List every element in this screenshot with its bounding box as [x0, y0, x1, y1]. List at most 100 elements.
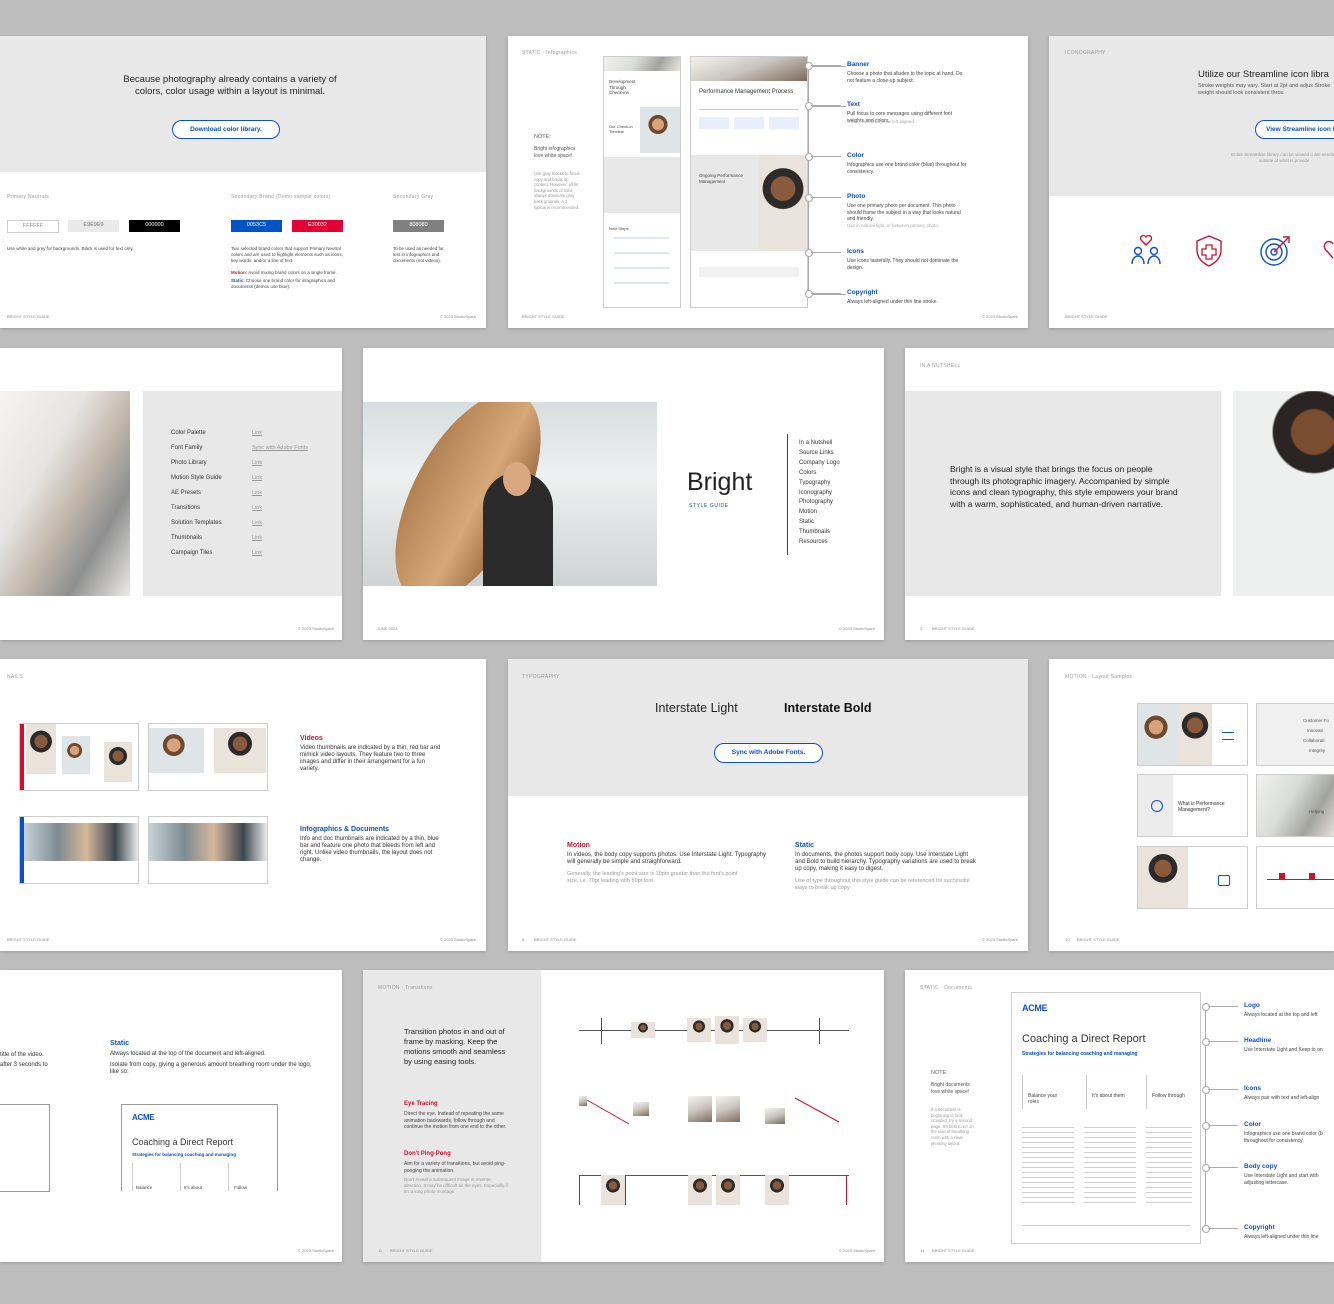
resource-link[interactable]: Link — [252, 519, 262, 529]
callout-body: Always left-aligned under thin line stro… — [847, 299, 938, 305]
callout-body: Infographics use one brand color (blue) … — [847, 162, 967, 175]
primary-neutrals-label: Primary Neutrals — [7, 194, 50, 200]
toc-item[interactable]: Motion — [799, 508, 840, 518]
secondary-brand-label: Secondary Brand (Demo sample colors) — [231, 194, 331, 200]
subsection-text: Infographics — [546, 50, 578, 56]
callout-line — [1208, 1006, 1238, 1007]
sync-adobe-fonts-button[interactable]: Sync with Adobe Fonts. — [714, 743, 823, 763]
callout-title: Copyright — [1244, 1224, 1275, 1231]
doc2-banner — [691, 57, 807, 81]
toc-item[interactable]: Static — [799, 518, 840, 528]
callout-dot — [805, 194, 813, 202]
callout-dot — [1202, 1122, 1210, 1130]
section-label: IN A NUTSHELL — [920, 363, 961, 369]
resource-row: AE Presets Link — [171, 489, 331, 504]
motion-title: Motion — [567, 842, 590, 849]
transition-strip-3a — [601, 1175, 625, 1205]
transition-strip-2c — [688, 1096, 712, 1122]
view-streamline-button[interactable]: View Streamline icon l — [1255, 120, 1334, 139]
transition-strip-3d — [765, 1175, 789, 1205]
section-text: MOTION — [378, 985, 400, 991]
resource-label: Color Palette — [171, 430, 206, 436]
footer-right: © 2023 StudioSpark — [298, 626, 334, 631]
motion-extra: Generally, the leading's point size is 1… — [567, 871, 738, 884]
footer-left: BRIGHT STYLE GUIDE — [1077, 937, 1120, 942]
slide-infographics: STATIC · Infographics NOTE: Bright infog… — [508, 36, 1028, 328]
resource-link[interactable]: Link — [252, 489, 262, 499]
font-light-sample: Interstate Light — [655, 701, 738, 715]
static-extra: Use of type throughout this style guide … — [795, 878, 970, 891]
callout-line — [811, 156, 841, 157]
callout-extra: Text should always be left aligned. — [847, 119, 916, 124]
callout-line — [1208, 1228, 1238, 1229]
transition-arrow-1 — [586, 1099, 630, 1125]
top-band — [0, 36, 486, 172]
side-text-3: Collaborati — [1303, 738, 1325, 743]
doc1-title: Development Through Check-ins — [609, 79, 636, 95]
left-text-2: after 3 seconds to — [0, 1062, 48, 1068]
toc-item[interactable]: Company Logo — [799, 459, 840, 469]
resource-link[interactable]: Link — [252, 459, 262, 469]
slide-resources: Color Palette Link Font Family Sync with Ad… — [0, 348, 342, 640]
resource-link[interactable]: Link — [252, 534, 262, 544]
doc1-photo — [604, 57, 680, 71]
ping-pong-title: Don't Ping-Pong — [404, 1151, 451, 1157]
callout-dot — [1202, 1003, 1210, 1011]
note-title: Bright infographics love white space! — [534, 146, 576, 159]
resource-link[interactable]: Link — [252, 549, 262, 559]
page-number: 2 — [920, 626, 923, 631]
layout-sample-5 — [1137, 846, 1248, 909]
section-label: NAILS — [7, 674, 23, 680]
people-heart-icon — [1131, 234, 1161, 265]
page-number: 14 — [920, 1248, 925, 1253]
acme-logo: ACME — [1022, 1003, 1048, 1013]
toc-item[interactable]: In a Nutshell — [799, 439, 840, 449]
resource-link[interactable]: Link — [252, 474, 262, 484]
swatch-gray: 808080 — [393, 220, 444, 232]
footer-left: JUNE 2023 — [377, 626, 398, 631]
toc-item[interactable]: Resources — [799, 538, 840, 548]
footer-right: © 2023 StudioSpark — [982, 314, 1018, 319]
toc-item[interactable]: Source Links — [799, 449, 840, 459]
section-label: MOTION · Transitions — [378, 985, 433, 991]
doc2-portrait — [759, 155, 807, 251]
footer-right: © 2023 StudioSpark — [982, 937, 1018, 942]
motion-note-text: Avoid mixing brand colors on a single fr… — [248, 270, 337, 275]
footer-left: BRIGHT STYLE GUIDE — [932, 626, 975, 631]
resource-link[interactable]: Link — [252, 429, 262, 439]
toc-item[interactable]: Thumbnails — [799, 528, 840, 538]
slide-typography: TYPOGRAPHY Interstate Light Interstate B… — [508, 659, 1028, 951]
swatch-red: E30032 — [292, 220, 343, 232]
toc-item[interactable]: Typography — [799, 479, 840, 489]
iconography-body: Stroke weights may vary. Start at 2pt an… — [1198, 83, 1331, 96]
footer-left: BRIGHT STYLE GUIDE — [932, 1248, 975, 1253]
slide-iconography: ICONOGRAPHY Utilize our Streamline icon … — [1049, 36, 1334, 328]
static-title: Static — [110, 1040, 130, 1047]
side-text-1: Customer Fo — [1303, 718, 1330, 723]
callout-title: Copyright — [847, 289, 878, 296]
toc-item[interactable]: Colors — [799, 469, 840, 479]
slide-colors: Because photography already contains a v… — [0, 36, 486, 328]
ping-pong-body: Aim for a variety of transitions, but av… — [404, 1161, 506, 1174]
doc-icon-label-2: It's about — [184, 1185, 203, 1190]
download-color-library-button[interactable]: Download color library. — [172, 120, 280, 139]
motion-body: In videos, the body copy supports photos… — [567, 852, 767, 865]
toc-item[interactable]: Photography — [799, 498, 840, 508]
page-number: 10 — [1065, 937, 1070, 942]
infographic-doc-1: Development Through Check-ins Our Check-… — [603, 56, 681, 308]
doc-icon-label-3: Follow — [234, 1185, 248, 1190]
slide-static-logo: title of the video. after 3 seconds to S… — [0, 970, 342, 1262]
static-doc-preview: ACME Coaching a Direct Report Strategies… — [121, 1104, 278, 1191]
callout-line — [1208, 1125, 1238, 1126]
swatch-light-gray: E9E9E9 — [68, 220, 119, 232]
resource-link[interactable]: Sync with Adobe Fonts — [252, 444, 308, 454]
motion-note-label: Motion: — [231, 270, 248, 275]
transition-strip-1c — [715, 1016, 739, 1044]
callout-body: Choose a photo that alludes to the topic… — [847, 71, 963, 84]
transition-strip-1d — [743, 1018, 767, 1042]
slide-thumbnails: NAILS Videos Video thumbnails are indica… — [0, 659, 486, 951]
static-body-1: Always located at the top of the documen… — [110, 1051, 266, 1057]
note-body: Use gray blocks to focus copy and break … — [534, 171, 580, 210]
toc-item[interactable]: Iconography — [799, 489, 840, 499]
resource-link[interactable]: Link — [252, 504, 262, 514]
